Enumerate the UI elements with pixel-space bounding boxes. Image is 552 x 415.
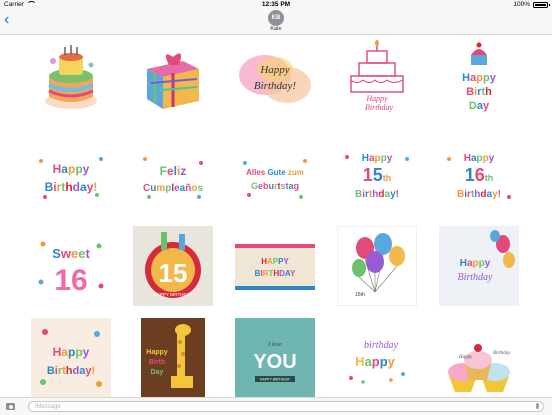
svg-text:HAPPY BIRTHDAY: HAPPY BIRTHDAY bbox=[154, 292, 193, 297]
svg-text:Happy: Happy bbox=[458, 355, 473, 360]
svg-text:Happy: Happy bbox=[53, 162, 90, 176]
sticker-happy-birthday-watercolor[interactable]: Happy Birthday! bbox=[235, 39, 315, 119]
sticker-cupcake-happy-birth-day[interactable]: Happy Birth Day bbox=[439, 39, 519, 119]
sticker-giraffe[interactable]: Happy Birth Day bbox=[133, 318, 213, 398]
svg-text:16: 16 bbox=[54, 264, 87, 297]
svg-text:Happy: Happy bbox=[259, 64, 289, 76]
svg-text:Happy: Happy bbox=[460, 258, 491, 269]
svg-text:Birthday!: Birthday! bbox=[45, 180, 98, 194]
status-bar: Carrier 12:35 PM 100% bbox=[0, 0, 552, 10]
svg-text:Birthday!: Birthday! bbox=[47, 365, 95, 377]
svg-text:Birthday: Birthday bbox=[365, 103, 393, 112]
svg-text:15th: 15th bbox=[355, 292, 365, 298]
battery-percent: 100% bbox=[513, 1, 530, 8]
svg-text:15: 15 bbox=[159, 258, 188, 288]
svg-text:Happy: Happy bbox=[464, 153, 495, 164]
sticker-15th-balloons[interactable]: 15th bbox=[337, 226, 417, 306]
message-input[interactable]: iMessage bbox=[28, 401, 544, 412]
sticker-happy-birthday-balloons[interactable]: Happy Birthday bbox=[439, 226, 519, 306]
sticker-grid: Happy Birthday! Happy Birthday Happy Bir… bbox=[0, 35, 552, 398]
sticker-happy-birthday-colorful[interactable]: Happy Birthday! bbox=[31, 318, 111, 398]
svg-text:Birthday: Birthday bbox=[458, 272, 494, 283]
svg-text:Birthday!: Birthday! bbox=[355, 189, 399, 200]
svg-text:Birthday!: Birthday! bbox=[457, 189, 501, 200]
sticker-alles-gute[interactable]: Alles Gute zum Geburtstag bbox=[235, 137, 315, 217]
sticker-feliz-cumpleanos[interactable]: Feliz Cumpleaños bbox=[133, 137, 213, 217]
svg-text:Day: Day bbox=[151, 369, 164, 376]
clock: 12:35 PM bbox=[261, 1, 291, 8]
svg-text:Birth: Birth bbox=[466, 86, 492, 98]
svg-text:Sweet: Sweet bbox=[52, 246, 90, 261]
sticker-happy-16th-birthday[interactable]: Happy 16th Birthday! bbox=[439, 137, 519, 217]
svg-text:Birthday!: Birthday! bbox=[254, 80, 296, 92]
sticker-sweet-16[interactable]: Sweet 16 bbox=[31, 226, 111, 306]
contact-name[interactable]: Kate bbox=[0, 26, 552, 32]
sticker-happy-birthday-letters[interactable]: Happy Birthday! bbox=[31, 137, 111, 217]
svg-text:Birth: Birth bbox=[149, 359, 165, 366]
conversation-header: ‹ KB Kate bbox=[0, 10, 552, 35]
svg-text:BIRTHDAY: BIRTHDAY bbox=[255, 269, 296, 278]
sticker-happy-15th-birthday[interactable]: Happy 15th Birthday! bbox=[337, 137, 417, 217]
battery-icon bbox=[533, 1, 550, 8]
svg-text:15th: 15th bbox=[363, 165, 392, 185]
message-input-bar: iMessage bbox=[0, 397, 552, 415]
sticker-cupcakes[interactable]: Happy Birthday bbox=[439, 318, 519, 398]
svg-text:Geburtstag: Geburtstag bbox=[251, 181, 299, 191]
sticker-birthday-happy-lettering[interactable]: birthday Happy bbox=[337, 318, 417, 398]
mic-icon[interactable] bbox=[536, 403, 539, 409]
svg-text:Happy: Happy bbox=[362, 153, 393, 164]
message-input-placeholder: iMessage bbox=[35, 404, 61, 410]
sticker-15-happy-birthday[interactable]: 15 HAPPY BIRTHDAY bbox=[133, 226, 213, 306]
svg-text:Happy: Happy bbox=[462, 72, 497, 84]
svg-text:HAPPY: HAPPY bbox=[261, 257, 289, 266]
svg-text:I love: I love bbox=[267, 342, 282, 348]
svg-text:Day: Day bbox=[469, 100, 490, 112]
sticker-gift-box[interactable] bbox=[133, 39, 213, 119]
svg-text:Alles Gute zum: Alles Gute zum bbox=[246, 168, 304, 177]
svg-text:16th: 16th bbox=[465, 165, 494, 185]
svg-text:Happy: Happy bbox=[146, 349, 168, 356]
sticker-rainbow-cake[interactable] bbox=[31, 39, 111, 119]
contact-avatar[interactable]: KB bbox=[268, 10, 284, 26]
svg-text:Happy: Happy bbox=[355, 354, 396, 369]
svg-text:Happy: Happy bbox=[365, 94, 388, 103]
sticker-pink-cake[interactable]: Happy Birthday bbox=[337, 39, 417, 119]
svg-text:HAPPY BIRTHDAY: HAPPY BIRTHDAY bbox=[260, 378, 291, 382]
svg-text:YOU: YOU bbox=[253, 351, 296, 373]
svg-text:Happy: Happy bbox=[53, 345, 90, 359]
svg-text:Birthday: Birthday bbox=[493, 351, 511, 356]
sticker-happy-birthday-banner[interactable]: HAPPY BIRTHDAY bbox=[235, 226, 315, 306]
svg-text:birthday: birthday bbox=[364, 340, 398, 351]
svg-text:Feliz: Feliz bbox=[160, 164, 187, 178]
svg-text:Cumpleaños: Cumpleaños bbox=[143, 183, 203, 194]
camera-icon[interactable] bbox=[6, 403, 15, 410]
back-chevron-icon[interactable]: ‹ bbox=[4, 12, 9, 28]
sticker-i-love-you[interactable]: I love YOU HAPPY BIRTHDAY bbox=[235, 318, 315, 398]
